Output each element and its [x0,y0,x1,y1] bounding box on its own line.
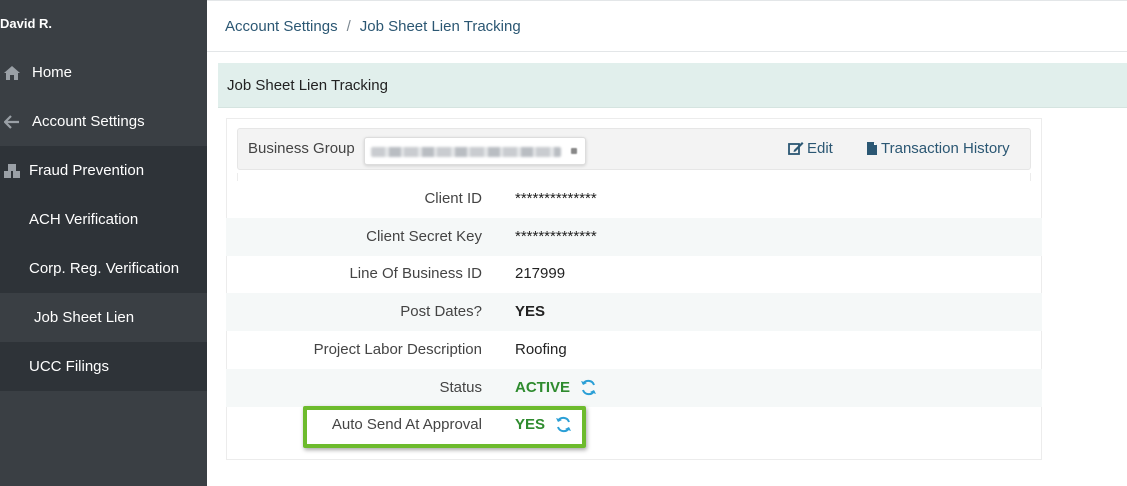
sidebar-item-label: UCC Filings [29,358,110,375]
business-group-bar: Business Group Edit Transaction History [237,128,1031,170]
field-label: Line Of Business ID [349,265,482,282]
field-row-client-secret-key: Client Secret Key ************** [226,218,1042,256]
sidebar: David R. Home Account Settings Fraud Pre… [0,0,207,486]
field-row-line-of-business-id: Line Of Business ID 217999 [226,255,1042,293]
business-group-label: Business Group [248,140,355,157]
field-row-post-dates: Post Dates? YES [226,293,1042,331]
transaction-history-button[interactable]: Transaction History [866,140,1010,157]
breadcrumb-current: Job Sheet Lien Tracking [359,17,521,35]
sidebar-item-label: ACH Verification [29,211,139,228]
edit-label: Edit [807,140,833,157]
field-value: ************** [515,190,597,207]
home-icon [0,65,24,81]
field-row-project-labor-description: Project Labor Description Roofing [226,331,1042,369]
cubes-icon [0,163,24,179]
breadcrumb-link-account-settings[interactable]: Account Settings [225,18,338,35]
business-group-select[interactable] [364,137,586,165]
sidebar-item-label: Corp. Reg. Verification [29,260,180,277]
select-caret-icon [571,148,577,154]
edit-button[interactable]: Edit [788,140,833,157]
field-value: Roofing [515,341,567,358]
breadcrumb: Account Settings / Job Sheet Lien Tracki… [207,0,1127,52]
panel-title: Job Sheet Lien Tracking [218,63,1127,108]
sidebar-item-ach-verification[interactable]: ACH Verification [0,195,207,244]
refresh-icon[interactable] [580,379,597,396]
sidebar-item-ucc-filings[interactable]: UCC Filings [0,342,207,391]
field-label: Post Dates? [400,303,482,320]
redacted-business-group [371,147,561,157]
sidebar-item-home[interactable]: Home [0,48,207,97]
breadcrumb-separator: / [346,17,351,35]
status-value-wrap: ACTIVE [515,379,597,396]
edit-icon [788,142,804,155]
field-label: Client Secret Key [366,228,482,245]
field-row-status: Status ACTIVE [226,369,1042,407]
sidebar-item-label: Home [32,64,73,81]
file-icon [867,142,877,155]
sidebar-item-label: Job Sheet Lien [34,309,135,326]
sidebar-item-account-settings[interactable]: Account Settings [0,97,207,146]
arrow-left-icon [0,114,24,129]
sidebar-item-label: Account Settings [32,113,145,130]
sidebar-item-job-sheet-lien[interactable]: Job Sheet Lien [0,293,207,342]
status-value: ACTIVE [515,379,571,396]
field-label: Client ID [424,190,482,207]
highlight-box [303,406,586,448]
user-name: David R. [0,16,53,31]
field-row-client-id: Client ID ************** [226,180,1042,218]
sidebar-item-fraud-prevention[interactable]: Fraud Prevention [0,146,207,195]
field-value: 217999 [515,265,566,282]
field-value: YES [515,303,546,320]
field-label: Status [439,379,482,396]
field-value: ************** [515,228,597,245]
transaction-history-label: Transaction History [881,140,1010,157]
sidebar-item-corp-reg-verification[interactable]: Corp. Reg. Verification [0,244,207,293]
sidebar-item-label: Fraud Prevention [29,162,145,179]
field-label: Project Labor Description [313,341,482,358]
